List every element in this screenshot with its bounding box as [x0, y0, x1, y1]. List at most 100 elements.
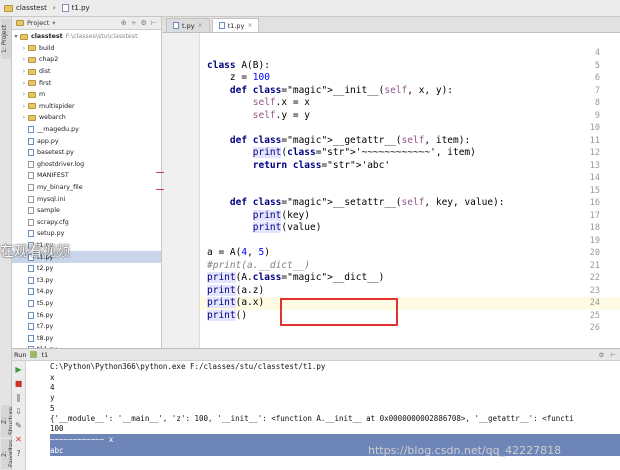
- tree-item-label: app.py: [37, 137, 59, 145]
- tree-item[interactable]: ghostdriver.log: [12, 159, 161, 171]
- tree-item-label: mysql.ini: [37, 195, 66, 203]
- tree-item[interactable]: my_binary_file: [12, 182, 161, 194]
- tree-item[interactable]: scrapy.cfg: [12, 217, 161, 229]
- tree-item-label: setup.py: [37, 230, 65, 238]
- tree-item[interactable]: › build: [12, 43, 161, 55]
- breadcrumb-file[interactable]: t1.py: [61, 4, 90, 12]
- folder-icon: [28, 68, 36, 75]
- error-stripe-mark: [156, 189, 164, 190]
- tree-root[interactable]: ▾ classtest F:\classes\stu\classtest: [12, 31, 161, 43]
- project-panel-title[interactable]: Project: [27, 19, 49, 27]
- code-line: print(a.z): [207, 284, 265, 296]
- close-icon[interactable]: ✕: [14, 435, 23, 444]
- settings-icon[interactable]: ⚙: [141, 19, 147, 27]
- hide-icon[interactable]: ⊢: [151, 19, 157, 27]
- structure-tool-tab[interactable]: Z: Structure: [1, 405, 15, 437]
- help-icon[interactable]: ?: [14, 449, 23, 458]
- line-number: 12: [589, 148, 600, 158]
- scroll-end-icon[interactable]: ⇩: [14, 407, 23, 416]
- tree-item-label: t7.py: [37, 323, 54, 331]
- chevron-down-icon[interactable]: ▾: [12, 33, 20, 40]
- chevron-right-icon[interactable]: ›: [20, 80, 28, 87]
- settings-icon[interactable]: ⚙: [599, 351, 605, 359]
- tree-item[interactable]: › m: [12, 89, 161, 101]
- tree-item[interactable]: t2.py: [12, 263, 161, 275]
- favorites-tool-tab[interactable]: 2: Favorites: [1, 439, 15, 469]
- python-file-icon: [28, 230, 34, 238]
- tree-item-label: first: [39, 79, 52, 87]
- pin-icon[interactable]: ✎: [14, 421, 23, 430]
- python-file-icon: [218, 22, 225, 29]
- console-line: {'__module__': '__main__', 'z': 100, '__…: [50, 413, 574, 423]
- tree-item[interactable]: t8.py: [12, 332, 161, 344]
- code-line: class A(B):: [207, 59, 270, 71]
- tree-item[interactable]: › multispider: [12, 101, 161, 113]
- line-number: 11: [589, 135, 600, 146]
- pause-icon[interactable]: ‖: [14, 393, 23, 402]
- collapse-icon[interactable]: ÷: [131, 19, 137, 27]
- chevron-right-icon[interactable]: ›: [20, 91, 28, 98]
- line-number: 25: [589, 310, 600, 321]
- tab-t-py[interactable]: t.py ×: [166, 18, 210, 32]
- tree-item[interactable]: t5.py: [12, 298, 161, 310]
- rerun-icon[interactable]: ▶: [14, 365, 23, 374]
- tree-item-label: t5.py: [37, 299, 54, 307]
- tree-item[interactable]: t4.py: [12, 286, 161, 298]
- tree-item[interactable]: › first: [12, 77, 161, 89]
- chevron-right-icon[interactable]: ›: [20, 68, 28, 75]
- chevron-right-icon[interactable]: ›: [20, 103, 28, 110]
- project-panel: Project ▾ ⊕ ÷ ⚙ ⊢ ▾ classtest F:\classes…: [12, 17, 162, 348]
- code-line: print(a.x): [207, 297, 265, 308]
- run-config-label[interactable]: t1: [41, 351, 48, 359]
- tab-label: t.py: [182, 21, 195, 30]
- tree-item[interactable]: setup.py: [12, 228, 161, 240]
- python-file-icon: [28, 334, 34, 342]
- tree-item[interactable]: MANIFEST: [12, 170, 161, 182]
- tree-item[interactable]: t3.py: [12, 274, 161, 286]
- tree-item[interactable]: basetest.py: [12, 147, 161, 159]
- tree-item[interactable]: sample: [12, 205, 161, 217]
- close-icon[interactable]: ×: [247, 22, 252, 29]
- hide-icon[interactable]: ⊢: [610, 351, 616, 359]
- dropdown-icon[interactable]: ▾: [52, 19, 55, 27]
- breadcrumb-project[interactable]: classtest: [4, 4, 47, 12]
- tree-item-label: basetest.py: [37, 149, 74, 157]
- tree-item[interactable]: mysql.ini: [12, 193, 161, 205]
- tree-item[interactable]: › webarch: [12, 112, 161, 124]
- chevron-right-icon[interactable]: ›: [20, 114, 28, 121]
- tree-item[interactable]: › chap2: [12, 54, 161, 66]
- chevron-right-icon[interactable]: ›: [20, 45, 28, 52]
- console-line: 4: [50, 383, 55, 393]
- tree-item[interactable]: › dist: [12, 66, 161, 78]
- project-tool-tab[interactable]: 1: Project: [1, 19, 11, 59]
- breadcrumb-project-label: classtest: [16, 4, 47, 12]
- tree-item[interactable]: t7.py: [12, 321, 161, 333]
- python-file-icon: [28, 323, 34, 331]
- line-number: 4: [594, 48, 600, 58]
- project-panel-header: Project ▾ ⊕ ÷ ⚙ ⊢: [12, 17, 161, 30]
- close-icon[interactable]: ×: [198, 22, 203, 29]
- sync-icon[interactable]: ⊕: [121, 19, 127, 27]
- console-line: x: [50, 373, 55, 382]
- editor-tabs: t.py × t1.py ×: [162, 17, 620, 33]
- run-config-icon: [30, 351, 38, 358]
- line-number: 21: [589, 260, 600, 271]
- chevron-right-icon[interactable]: ›: [20, 56, 28, 63]
- python-file-icon: [28, 299, 34, 307]
- tree-item[interactable]: app.py: [12, 135, 161, 147]
- video-watermark: 在观看视频: [0, 244, 70, 260]
- folder-icon: [28, 56, 36, 63]
- file-icon: [28, 184, 34, 192]
- tab-t1-py[interactable]: t1.py ×: [211, 18, 260, 32]
- stop-icon[interactable]: ■: [14, 379, 23, 388]
- code-line: a = A(4, 5): [207, 247, 270, 258]
- line-number: 16: [589, 198, 600, 208]
- tree-item-label: ghostdriver.log: [37, 160, 85, 168]
- tab-label: t1.py: [227, 21, 245, 30]
- tree-item[interactable]: __magedu.py: [12, 124, 161, 136]
- code-line: def class="magic">__init__(self, x, y):: [229, 84, 454, 96]
- python-file-icon: [28, 276, 34, 284]
- code-line: def class="magic">__getattr__(self, item…: [229, 134, 471, 146]
- console-line-selected: abc: [50, 446, 64, 455]
- tree-item[interactable]: t6.py: [12, 309, 161, 321]
